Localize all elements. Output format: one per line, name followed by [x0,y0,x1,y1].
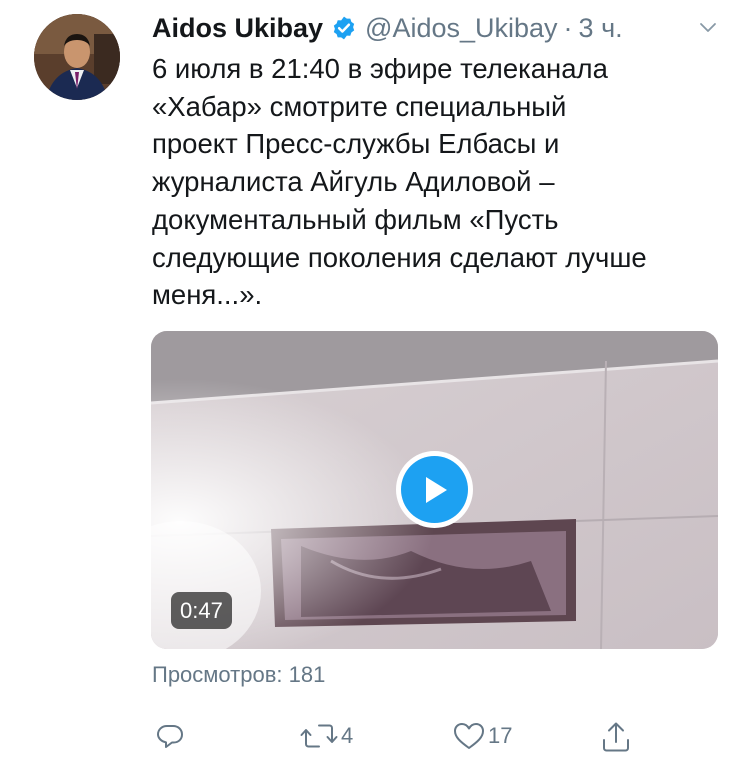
play-icon [401,456,468,523]
tweet-text-line: следующие поколения сделают лучше [152,241,647,273]
tweet-text: 6 июля в 21:40 в эфире телеканала «Хабар… [152,50,722,314]
reply-button[interactable] [154,720,188,752]
tweet-text-line: «Хабар» смотрите специальный [152,90,567,122]
tweet-text-line: документальный фильм «Пусть [152,203,559,235]
like-count: 17 [488,723,513,748]
author-name[interactable]: Aidos Ukibay [152,13,323,44]
video-duration-badge: 0:47 [171,592,232,629]
views-count: Просмотров: 181 [152,662,326,687]
tweet-text-line: проект Пресс-службы Елбасы и [152,128,560,160]
reply-icon [154,720,186,752]
retweet-count: 4 [341,723,354,748]
tweet-text-line: 6 июля в 21:40 в эфире телеканала [152,53,608,84]
avatar[interactable] [34,14,120,100]
author-handle[interactable]: @Aidos_Ukibay [365,13,558,44]
share-icon [600,720,632,754]
play-button[interactable] [396,451,473,528]
tweet-actions-bar: 4 17 [0,720,750,760]
chevron-down-icon[interactable] [696,16,720,47]
retweet-button[interactable]: 4 [299,720,353,752]
tweet-text-line: журналиста Айгуль Адиловой – [152,166,555,198]
share-button[interactable] [600,720,632,754]
heart-icon [452,720,486,752]
tweet-text-line: меня...». [152,279,263,311]
verified-badge-icon [331,15,357,41]
like-button[interactable]: 17 [452,720,512,752]
separator-dot: · [563,12,573,43]
tweet-header: Aidos Ukibay @Aidos_Ukibay · 3 ч. [152,10,720,46]
retweet-icon [299,720,339,752]
tweet-timestamp[interactable]: 3 ч. [579,13,623,44]
